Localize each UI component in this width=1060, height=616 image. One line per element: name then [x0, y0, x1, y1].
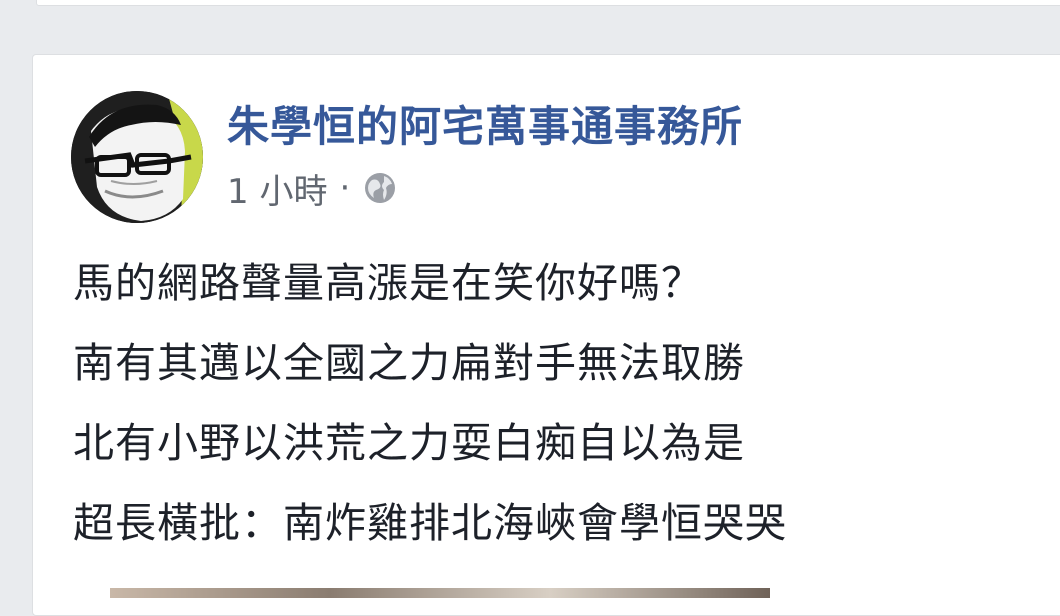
post-text-line: 馬的網路聲量高漲是在笑你好嗎？	[73, 259, 703, 307]
attached-image-edge[interactable]	[110, 588, 770, 598]
post-meta: 1 小時 ·	[227, 163, 398, 213]
meta-separator: ·	[339, 168, 351, 208]
avatar[interactable]	[71, 91, 203, 223]
post-text-line: 北有小野以洪荒之力耍白痴自以為是	[73, 419, 745, 467]
page-name-link[interactable]: 朱學恒的阿宅萬事通事務所	[227, 93, 743, 154]
post-timestamp[interactable]: 1 小時	[227, 164, 327, 213]
post-body: 馬的網路聲量高漲是在笑你好嗎？ 南有其邁以全國之力扁對手無法取勝 北有小野以洪荒…	[73, 251, 1053, 571]
avatar-portrait	[71, 91, 203, 223]
post-card: 朱學恒的阿宅萬事通事務所 1 小時 · 馬的網路聲量高漲是在笑你好嗎？ 南有其邁…	[32, 54, 1060, 616]
post-text-line: 南有其邁以全國之力扁對手無法取勝	[73, 339, 745, 387]
post-text-line: 超長橫批：南炸雞排北海峽會學恒哭哭	[73, 499, 787, 547]
previous-post-card	[36, 0, 1060, 6]
globe-icon[interactable]	[362, 170, 398, 206]
